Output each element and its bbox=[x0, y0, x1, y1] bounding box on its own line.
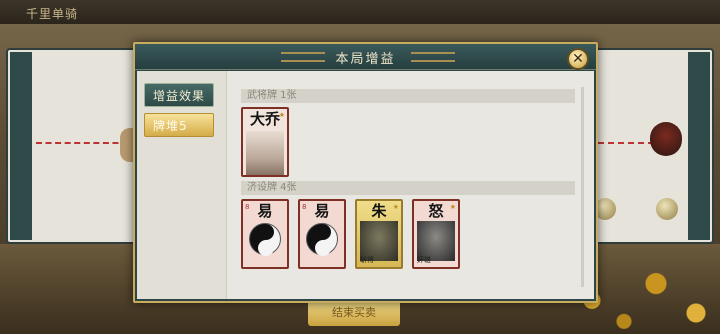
content-scrollbar[interactable] bbox=[581, 87, 584, 287]
deck-content: 武将牌 1张 大乔 ★ 济设牌 4张 8 易 8 易 朱 ★ 斩将 怒 ★ 奸雄 bbox=[235, 79, 589, 295]
modal-title: 本局增益 bbox=[335, 52, 396, 67]
card-strategy-zhu[interactable]: 朱 ★ 斩将 bbox=[355, 199, 403, 269]
enemy-avatar-icon bbox=[650, 122, 682, 156]
card-skill: 斩将 bbox=[360, 256, 374, 264]
yinyang-icon bbox=[249, 223, 281, 256]
skill-orb-icon bbox=[656, 198, 678, 220]
card-general-daqiao[interactable]: 大乔 ★ bbox=[241, 107, 289, 177]
rarity-star-icon: ★ bbox=[392, 203, 399, 211]
rarity-star-icon: ★ bbox=[278, 111, 285, 119]
modal-body: 增益效果 牌堆5 武将牌 1张 大乔 ★ 济设牌 4张 8 易 8 易 朱 ★ … bbox=[137, 71, 594, 299]
top-bar: 千里单骑 bbox=[0, 0, 720, 24]
tab-buff-effects[interactable]: 增益效果 bbox=[144, 83, 214, 107]
modal-sidebar: 增益效果 牌堆5 bbox=[137, 71, 227, 299]
card-name: 易 bbox=[257, 202, 273, 220]
card-strategy-yi-2[interactable]: 8 易 bbox=[298, 199, 346, 269]
section-header-general-cards: 武将牌 1张 bbox=[241, 89, 575, 103]
tab-card-deck[interactable]: 牌堆5 bbox=[144, 113, 214, 137]
game-title: 千里单骑 bbox=[26, 7, 79, 21]
section-header-strategy-cards: 济设牌 4张 bbox=[241, 181, 575, 195]
board-right-border bbox=[688, 52, 710, 240]
end-trade-button[interactable]: 结束买卖 bbox=[308, 300, 400, 326]
buff-modal: 本局增益 ✕ 增益效果 牌堆5 武将牌 1张 大乔 ★ 济设牌 4张 8 易 8 bbox=[133, 42, 598, 303]
board-left-border bbox=[10, 52, 32, 240]
left-path-line bbox=[36, 142, 128, 144]
yinyang-icon bbox=[306, 223, 338, 256]
card-strategy-nu[interactable]: 怒 ★ 奸雄 bbox=[412, 199, 460, 269]
card-skill: 奸雄 bbox=[417, 256, 431, 264]
close-x-icon: ✕ bbox=[572, 51, 584, 67]
general-portrait bbox=[246, 131, 284, 175]
right-path-line bbox=[598, 142, 654, 144]
card-strategy-yi-1[interactable]: 8 易 bbox=[241, 199, 289, 269]
rarity-star-icon: ★ bbox=[449, 203, 456, 211]
modal-header: 本局增益 ✕ bbox=[135, 44, 596, 70]
close-button[interactable]: ✕ bbox=[567, 48, 589, 70]
card-name: 易 bbox=[314, 202, 330, 220]
